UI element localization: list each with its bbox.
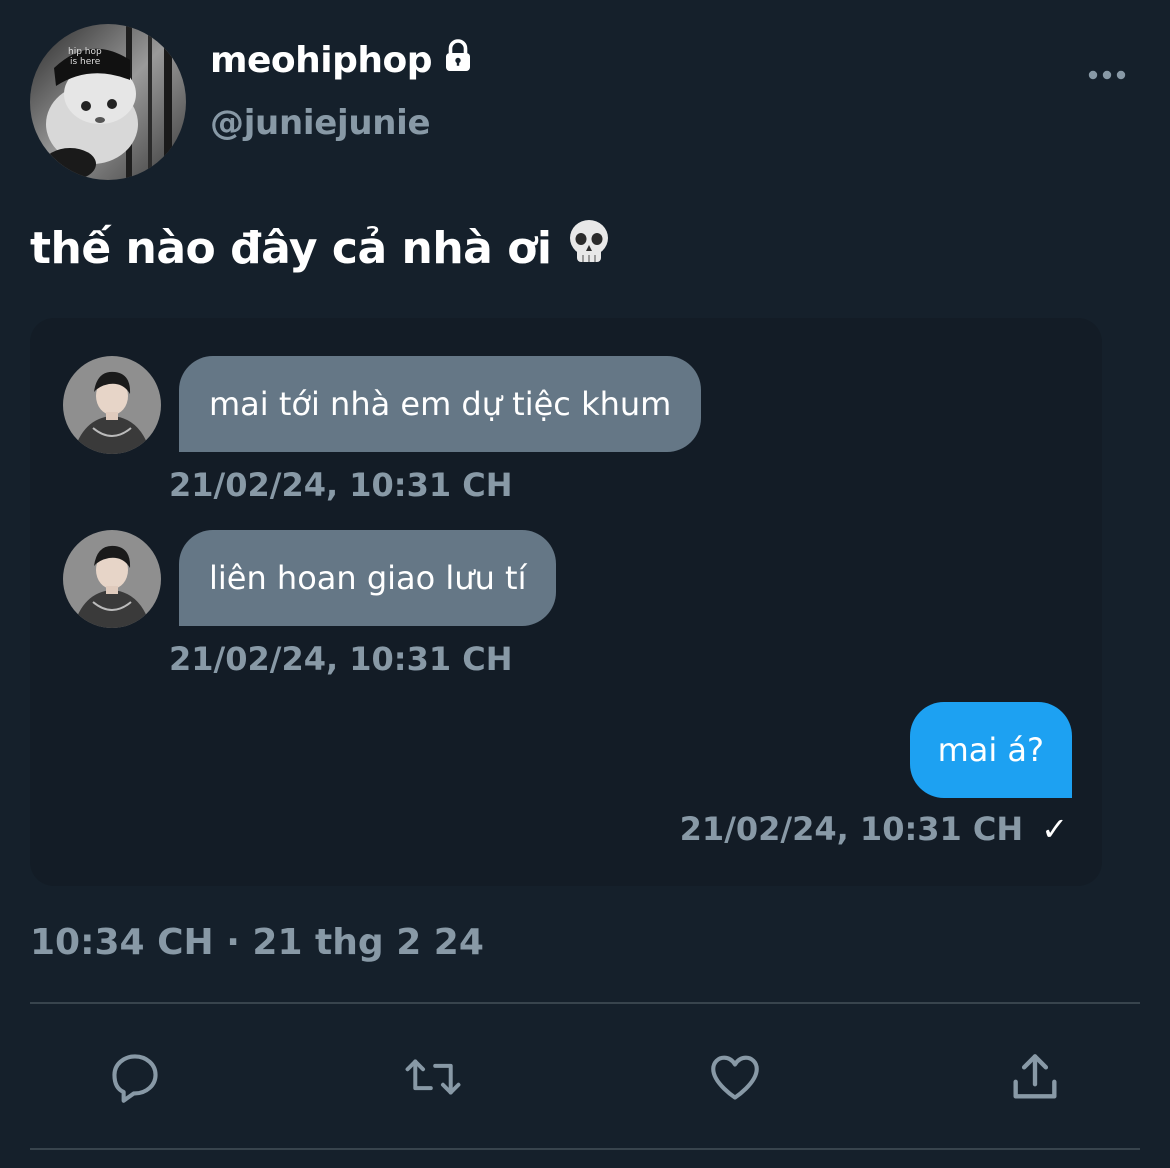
svg-text:is here: is here — [70, 57, 101, 67]
message-timestamp: 21/02/24, 10:31 CH — [679, 810, 1024, 848]
profile-avatar[interactable]: hip hop is here — [30, 24, 186, 180]
reply-icon — [112, 1054, 158, 1103]
more-icon — [1088, 70, 1126, 80]
sender-avatar — [63, 530, 161, 628]
lock-icon — [440, 38, 476, 83]
message-text: mai á? — [937, 731, 1044, 769]
message-text: mai tới nhà em dự tiệc khum — [209, 385, 672, 423]
skull-emoji-icon — [567, 218, 611, 279]
message-timestamp: 21/02/24, 10:31 CH — [169, 466, 513, 504]
message-timestamp: 21/02/24, 10:31 CH — [169, 640, 513, 678]
tweet-timestamp[interactable]: 10:34 CH · 21 thg 2 24 — [30, 922, 484, 963]
incoming-message-bubble[interactable]: mai tới nhà em dự tiệc khum — [179, 356, 702, 452]
chat-screenshot[interactable]: mai tới nhà em dự tiệc khum 21/02/24, 10… — [30, 318, 1102, 886]
svg-text:hip hop: hip hop — [68, 47, 102, 57]
outgoing-message-bubble[interactable]: mai á? — [909, 702, 1072, 798]
more-options-button[interactable] — [1080, 60, 1134, 90]
display-name[interactable]: meohiphop — [210, 38, 476, 83]
reply-button[interactable] — [104, 1046, 166, 1108]
tweet-text: thế nào đây cả nhà ơi — [30, 218, 611, 279]
cat-avatar-image: hip hop is here — [30, 24, 186, 180]
divider — [30, 1148, 1140, 1150]
like-icon — [711, 1055, 759, 1100]
display-name-text: meohiphop — [210, 40, 433, 81]
message-timestamp-row: 21/02/24, 10:31 CH ✓ — [680, 810, 1068, 848]
like-button[interactable] — [704, 1046, 766, 1108]
share-icon — [1013, 1054, 1057, 1099]
retweet-icon — [405, 1059, 461, 1095]
share-button[interactable] — [1004, 1046, 1066, 1108]
sender-avatar — [63, 356, 161, 454]
tweet-body: thế nào đây cả nhà ơi — [30, 223, 552, 274]
sent-check-icon: ✓ — [1041, 810, 1068, 848]
divider — [30, 1002, 1140, 1004]
user-handle[interactable]: @juniejunie — [210, 103, 431, 143]
incoming-message-bubble[interactable]: liên hoan giao lưu tí — [179, 530, 557, 626]
retweet-button[interactable] — [402, 1046, 464, 1108]
message-text: liên hoan giao lưu tí — [209, 559, 527, 597]
